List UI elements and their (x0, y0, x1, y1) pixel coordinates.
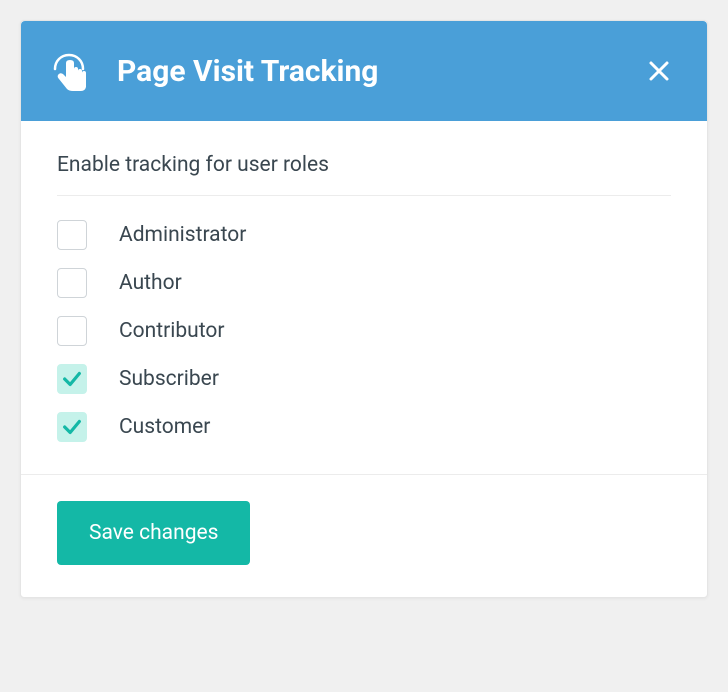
role-row-subscriber[interactable]: Subscriber (57, 364, 671, 394)
modal-body: Enable tracking for user roles Administr… (21, 121, 707, 474)
role-label: Administrator (119, 223, 246, 247)
role-checkbox-list: Administrator Author Contributor Subscri… (57, 220, 671, 442)
role-row-contributor[interactable]: Contributor (57, 316, 671, 346)
touch-icon (53, 49, 93, 93)
role-row-author[interactable]: Author (57, 268, 671, 298)
role-row-customer[interactable]: Customer (57, 412, 671, 442)
modal-footer: Save changes (21, 474, 707, 597)
checkbox[interactable] (57, 220, 87, 250)
role-label: Contributor (119, 319, 224, 343)
checkbox[interactable] (57, 268, 87, 298)
section-title: Enable tracking for user roles (57, 153, 671, 196)
role-label: Subscriber (119, 367, 219, 391)
check-icon (61, 368, 83, 390)
checkbox[interactable] (57, 412, 87, 442)
modal-header: Page Visit Tracking (21, 21, 707, 121)
check-icon (61, 416, 83, 438)
close-button[interactable] (643, 55, 675, 87)
role-label: Customer (119, 415, 210, 439)
checkbox[interactable] (57, 316, 87, 346)
role-row-administrator[interactable]: Administrator (57, 220, 671, 250)
settings-modal: Page Visit Tracking Enable tracking for … (20, 20, 708, 598)
header-left: Page Visit Tracking (53, 49, 378, 93)
modal-title: Page Visit Tracking (117, 54, 378, 89)
save-button[interactable]: Save changes (57, 501, 250, 565)
close-icon (647, 59, 671, 83)
checkbox[interactable] (57, 364, 87, 394)
role-label: Author (119, 271, 182, 295)
